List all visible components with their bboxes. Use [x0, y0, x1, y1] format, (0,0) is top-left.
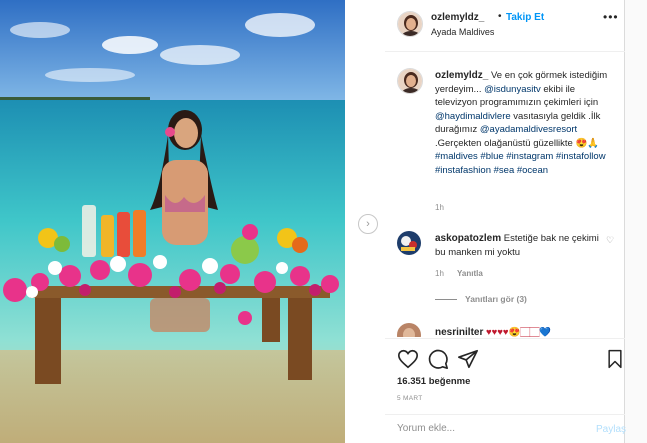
comment-text: ♥♥♥♥😍🏻🏻💙 [486, 327, 552, 337]
share-icon[interactable] [457, 348, 479, 370]
post-actions: 16.351 beğenme 5 MART [385, 338, 625, 408]
comment-icon[interactable] [427, 348, 449, 370]
post-sidebar: ozlemyldz_ • Takip Et Ayada Maldives •••… [385, 0, 626, 443]
heart-icon[interactable] [397, 348, 419, 370]
mention-link[interactable]: @ayadamaldivesresort [480, 124, 577, 135]
caption-time[interactable]: 1h [435, 203, 444, 212]
post-image[interactable] [0, 0, 345, 443]
maldives-photo [0, 0, 345, 443]
more-dots-icon[interactable]: ••• [603, 10, 619, 24]
post-caption: ozlemyldz_ Ve en çok görmek istediğim ye… [435, 69, 615, 177]
post-comment-button[interactable]: Paylaş [596, 424, 626, 435]
next-image-button[interactable]: › [358, 214, 378, 234]
mention-link[interactable]: @isdunyasitv [484, 84, 541, 95]
bookmark-icon[interactable] [605, 348, 625, 370]
reply-button[interactable]: Yanıtla [457, 269, 483, 278]
post-location[interactable]: Ayada Maldives [431, 27, 494, 37]
comments-section: ozlemyldz_ Ve en çok görmek istediğim ye… [385, 53, 625, 337]
post-header: ozlemyldz_ • Takip Et Ayada Maldives ••• [385, 0, 625, 52]
divider-line [435, 299, 457, 301]
post-date[interactable]: 5 MART [397, 395, 423, 402]
comment-item: askopatozlem Estetiğe bak ne çekimi bu m… [435, 232, 600, 259]
comment-avatar[interactable] [397, 231, 421, 255]
comment-item: nesrinilter ♥♥♥♥😍🏻🏻💙 [435, 326, 551, 337]
hashtag-links[interactable]: #maldives #blue #instagram #instafollow … [435, 151, 606, 176]
author-username[interactable]: ozlemyldz_ [431, 12, 484, 23]
comment-time[interactable]: 1h [435, 269, 444, 278]
mention-link[interactable]: @haydimaldivlere [435, 111, 511, 122]
chevron-right-icon: › [366, 218, 370, 230]
caption-avatar[interactable] [397, 68, 423, 94]
comment-heart-icon[interactable]: ♡ [606, 235, 614, 246]
view-replies-button[interactable]: Yanıtları gör (3) [435, 294, 527, 304]
view-replies-label: Yanıtları gör (3) [465, 294, 527, 304]
comment-input[interactable] [397, 423, 567, 434]
like-count[interactable]: 16.351 beğenme [397, 376, 470, 387]
follow-button[interactable]: Takip Et [506, 12, 544, 23]
comment-avatar[interactable] [397, 323, 421, 337]
caption-username[interactable]: ozlemyldz_ [435, 70, 488, 81]
add-comment-bar: Paylaş [385, 414, 626, 443]
separator-dot: • [498, 11, 502, 22]
caption-text-4: .Gerçekten olağanüstü güzellikte 😍🙏 [435, 137, 600, 149]
comment-username[interactable]: nesrinilter [435, 327, 483, 337]
author-avatar[interactable] [397, 11, 423, 37]
post-container: › ozlemyldz_ • Takip Et Ayada Maldives •… [0, 0, 626, 443]
comment-username[interactable]: askopatozlem [435, 233, 501, 244]
